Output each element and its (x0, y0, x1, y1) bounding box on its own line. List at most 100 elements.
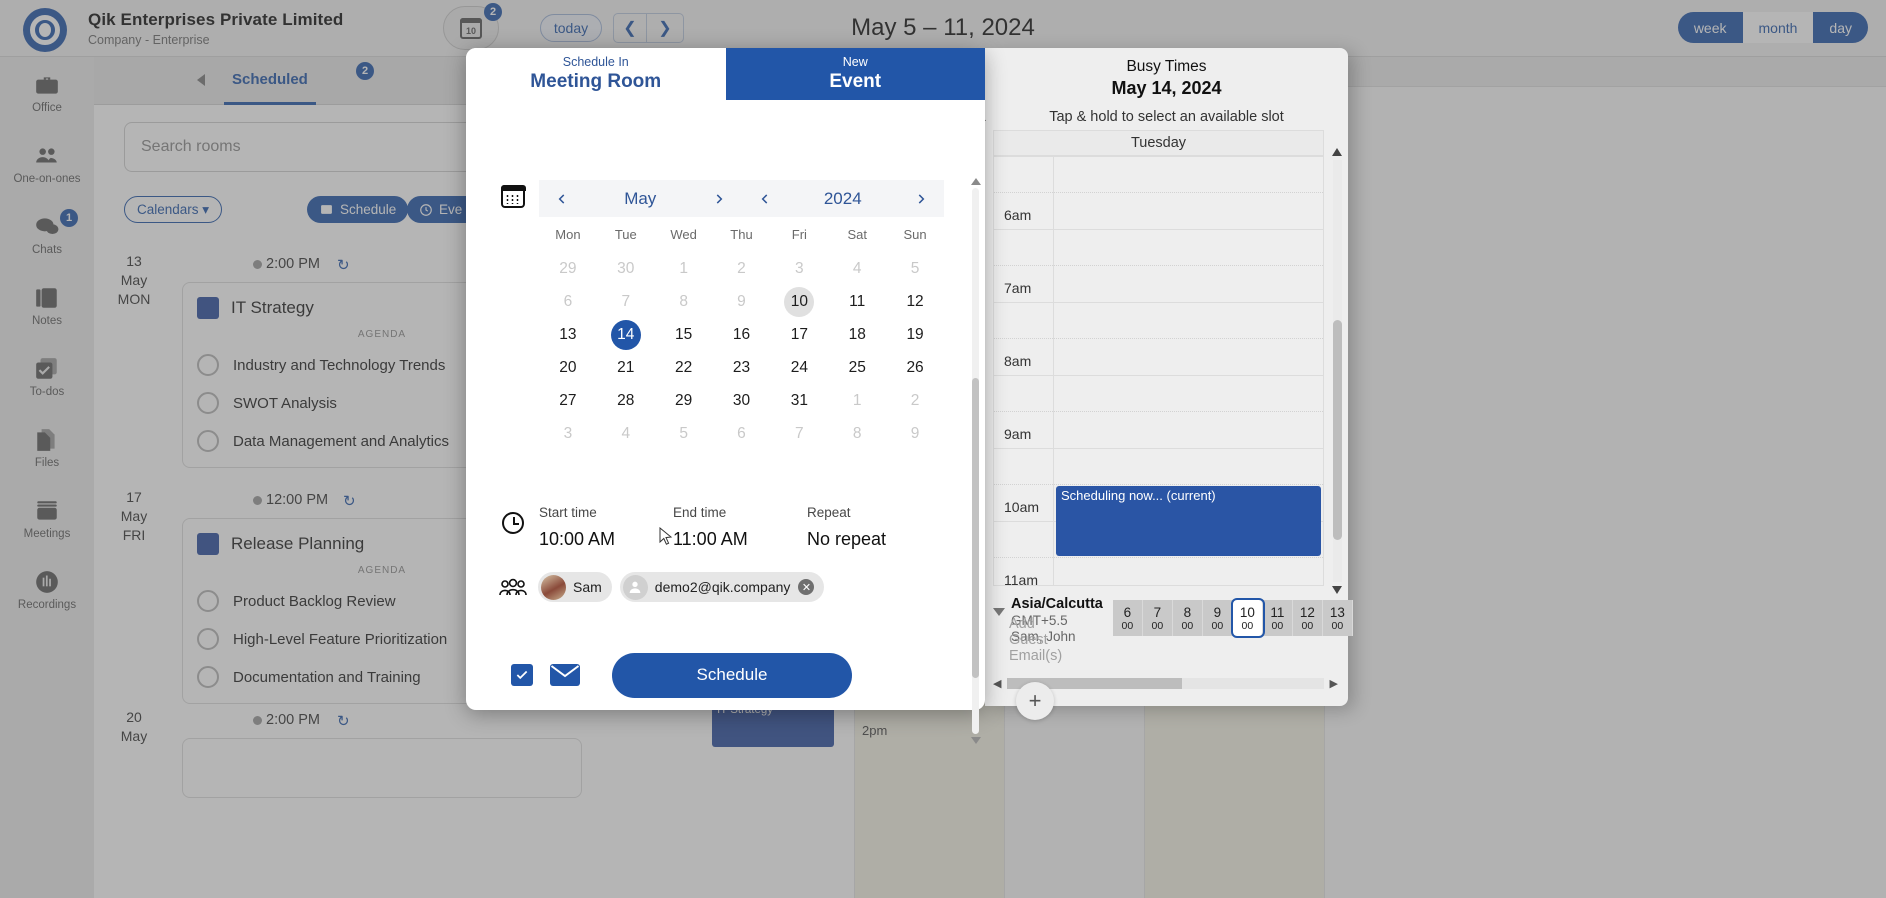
date-cell-7: 7 (597, 285, 655, 318)
tz-hour-cell-selected[interactable]: 10 00 (1230, 598, 1265, 638)
start-time-field[interactable]: Start time 10:00 AM (539, 505, 673, 550)
date-cell-23[interactable]: 23 (713, 351, 771, 384)
busy-event-current[interactable]: Scheduling now... (current) (1056, 486, 1321, 556)
date-cell-18[interactable]: 18 (828, 318, 886, 351)
date-cell-24[interactable]: 24 (770, 351, 828, 384)
date-cell-4: 4 (828, 252, 886, 285)
date-cell-9: 9 (886, 417, 944, 450)
date-label: 26 (906, 358, 924, 376)
guest-chips: Sam demo2@qik.company ✕ (538, 572, 958, 602)
tz-hour-cell[interactable]: 9 00 (1202, 600, 1233, 636)
guest-chip[interactable]: demo2@qik.company ✕ (619, 572, 825, 602)
tz-hour-cell[interactable]: 12 00 (1292, 600, 1323, 636)
timezone-hour-strip[interactable]: 6 00 7 00 8 00 9 00 10 00 11 00 12 00 13 00 (1112, 598, 1353, 638)
scroll-up-icon[interactable] (971, 178, 981, 185)
busy-hour-label: 10am (1004, 499, 1040, 515)
date-cell-4: 4 (597, 417, 655, 450)
busy-hour-label: 6am (1004, 207, 1032, 223)
busy-hour-label: 11am (1004, 572, 1038, 586)
date-label: 1 (679, 259, 688, 277)
busy-grid[interactable]: 6am 7am 8am 9am 10am 11am 12pm Schedulin… (993, 156, 1324, 586)
date-cell-8: 8 (828, 417, 886, 450)
date-label: 31 (790, 391, 808, 409)
date-label: 23 (732, 358, 751, 376)
modal-tabs: Schedule In Meeting Room New Event (466, 48, 985, 100)
scroll-right-icon[interactable]: ▶ (1330, 677, 1338, 690)
tz-hour-cell[interactable]: 13 00 (1322, 600, 1353, 636)
date-cell-19[interactable]: 19 (886, 318, 944, 351)
repeat-field[interactable]: Repeat No repeat (807, 505, 941, 550)
month-label: May (624, 188, 657, 208)
add-button[interactable]: + (1016, 682, 1054, 720)
date-cell-16[interactable]: 16 (713, 318, 771, 351)
envelope-icon (550, 664, 580, 686)
date-label: 12 (906, 292, 924, 310)
send-email-checkbox[interactable] (511, 664, 533, 686)
date-cell-20[interactable]: 20 (539, 351, 597, 384)
date-cell-27[interactable]: 27 (539, 384, 597, 417)
busy-hour-label: 9am (1004, 426, 1032, 442)
dow-label: Thu (730, 227, 753, 242)
date-cell-30[interactable]: 30 (713, 384, 771, 417)
dow-label: Mon (555, 227, 581, 242)
next-year-button[interactable] (910, 188, 932, 210)
guest-chip[interactable]: Sam (538, 572, 612, 602)
date-cell-21[interactable]: 21 (597, 351, 655, 384)
date-cell-17[interactable]: 17 (770, 318, 828, 351)
prev-year-button[interactable] (754, 188, 776, 210)
scroll-down-icon[interactable] (971, 737, 981, 744)
date-cell-3: 3 (770, 252, 828, 285)
next-month-button[interactable] (708, 188, 730, 210)
add-guest-input[interactable]: Add Guest Email(s) (1009, 616, 1062, 664)
date-cell-31[interactable]: 31 (770, 384, 828, 417)
date-grid[interactable]: 29 30 1 2 3 4 5 6 7 8 9 10 11 12 13 14 15 16 17 18 19 20 21 22 2… (539, 252, 944, 450)
end-time-field[interactable]: End time 11:00 AM (673, 505, 807, 550)
date-cell-13[interactable]: 13 (539, 318, 597, 351)
date-cell-29[interactable]: 29 (655, 384, 713, 417)
scroll-left-icon[interactable]: ◀ (993, 677, 1001, 690)
busy-vertical-scrollbar[interactable] (1332, 148, 1342, 594)
date-cell-29: 29 (539, 252, 597, 285)
schedule-button[interactable]: Schedule (612, 652, 852, 698)
tz-hour-cell[interactable]: 11 00 (1262, 600, 1293, 636)
date-cell-15[interactable]: 15 (655, 318, 713, 351)
mouse-cursor (659, 526, 673, 547)
remove-guest-icon[interactable]: ✕ (798, 579, 815, 595)
date-label: 15 (675, 325, 693, 343)
date-cell-22[interactable]: 22 (655, 351, 713, 384)
date-label: 9 (737, 292, 746, 310)
clock-icon (502, 512, 524, 534)
date-cell-28[interactable]: 28 (597, 384, 655, 417)
date-cell-12[interactable]: 12 (886, 285, 944, 318)
busy-title-line1: Busy Times (1126, 58, 1207, 75)
date-label: 9 (910, 424, 920, 442)
date-cell-5: 5 (655, 417, 713, 450)
photo-avatar (541, 574, 566, 600)
guests-icon (498, 578, 528, 598)
scroll-up-icon[interactable] (1332, 148, 1342, 156)
timezone-name: Asia/Calcutta (1011, 596, 1103, 612)
scroll-down-icon[interactable] (1332, 586, 1342, 594)
date-label: 30 (732, 391, 751, 409)
date-cell-5: 5 (886, 252, 944, 285)
tab-schedule-in-meeting-room[interactable]: Schedule In Meeting Room (466, 48, 726, 100)
modal-footer: Schedule (466, 640, 985, 710)
date-cell-11[interactable]: 11 (828, 285, 886, 318)
date-cell-26[interactable]: 26 (886, 351, 944, 384)
busy-title-line2: May 14, 2024 (1111, 78, 1222, 98)
prev-month-button[interactable] (551, 188, 573, 210)
timezone-collapse-icon[interactable] (993, 608, 1005, 616)
date-cell-25[interactable]: 25 (828, 351, 886, 384)
day-of-week-header: Mon Tue Wed Thu Fri Sat Sun (539, 227, 944, 242)
date-label: 29 (675, 391, 693, 409)
tz-hour-cell[interactable]: 7 00 (1142, 600, 1173, 636)
tab-new-event[interactable]: New Event (725, 48, 985, 100)
tz-hour-cell[interactable]: 6 00 (1112, 600, 1143, 636)
date-label: 4 (852, 259, 862, 277)
date-cell-14[interactable]: 14 (597, 318, 655, 351)
busy-hint: Tap & hold to select an available slot (976, 109, 1348, 125)
date-label: 18 (848, 325, 866, 343)
tz-hour-cell[interactable]: 8 00 (1172, 600, 1203, 636)
date-cell-10[interactable]: 10 (770, 285, 828, 318)
modal-body: May 20 24 Mon Tue Wed Thu Fri Sat Sun 29 3… (466, 100, 1062, 744)
